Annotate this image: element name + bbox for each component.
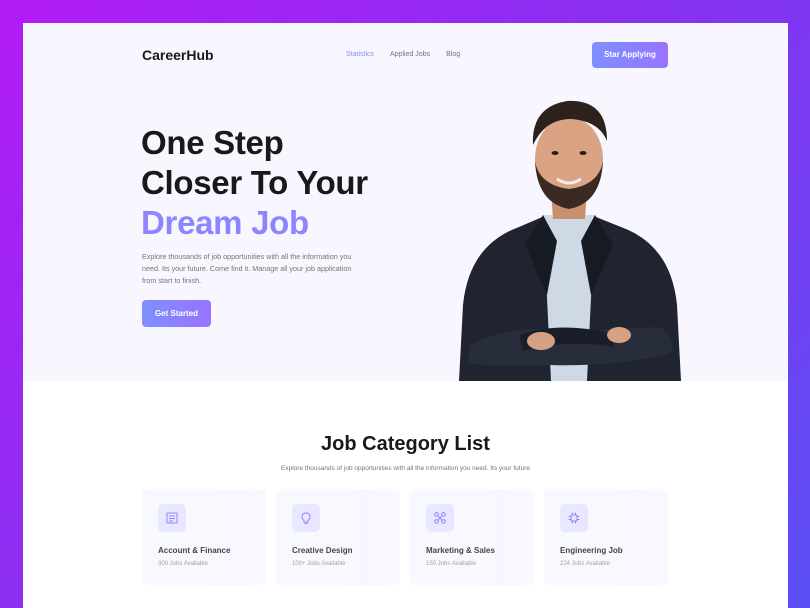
logo[interactable]: CareerHub [142, 47, 214, 63]
network-icon [426, 504, 454, 532]
category-card-count: 100+ Jobs Available [292, 561, 346, 567]
hero-title-line-1: One Step [141, 124, 284, 161]
category-section-title: Job Category List [321, 433, 490, 455]
category-section-subtitle: Explore thousands of job opportunities w… [281, 465, 530, 472]
nav-link-blog[interactable]: Blog [446, 51, 460, 58]
category-card-marketing-sales[interactable]: Marketing & Sales 150 Jobs Available [410, 489, 534, 585]
ledger-icon [158, 504, 186, 532]
nav-link-applied-jobs[interactable]: Applied Jobs [390, 51, 430, 58]
get-started-button[interactable]: Get Started [142, 300, 211, 327]
category-card-name: Account & Finance [158, 546, 231, 555]
category-card-count: 224 Jobs Available [560, 561, 610, 567]
category-card-name: Creative Design [292, 546, 353, 555]
category-card-name: Marketing & Sales [426, 546, 495, 555]
category-card-account-finance[interactable]: Account & Finance 300 Jobs Available [142, 489, 266, 585]
category-card-creative-design[interactable]: Creative Design 100+ Jobs Available [276, 489, 400, 585]
hero-section: CareerHub Statistics Applied Jobs Blog S… [23, 23, 788, 381]
hero-title: One Step Closer To Your Dream Job [141, 123, 368, 243]
category-card-count: 300 Jobs Available [158, 561, 208, 567]
hero-description: Explore thousands of job opportunities w… [142, 252, 352, 285]
nav-link-statistics[interactable]: Statistics [346, 51, 374, 58]
nav-links: Statistics Applied Jobs Blog [346, 51, 460, 58]
category-card-engineering[interactable]: Engineering Job 224 Jobs Available [544, 489, 668, 585]
hero-title-accent: Dream Job [141, 204, 309, 241]
lightbulb-icon [292, 504, 320, 532]
hero-title-line-2: Closer To Your [141, 164, 368, 201]
page-frame: CareerHub Statistics Applied Jobs Blog S… [23, 23, 788, 608]
category-card-name: Engineering Job [560, 546, 623, 555]
chip-icon [560, 504, 588, 532]
hero-person-image [459, 100, 681, 381]
category-card-count: 150 Jobs Available [426, 561, 476, 567]
category-card-list: Account & Finance 300 Jobs Available Cre… [142, 489, 668, 585]
start-applying-button[interactable]: Star Applying [592, 42, 668, 68]
